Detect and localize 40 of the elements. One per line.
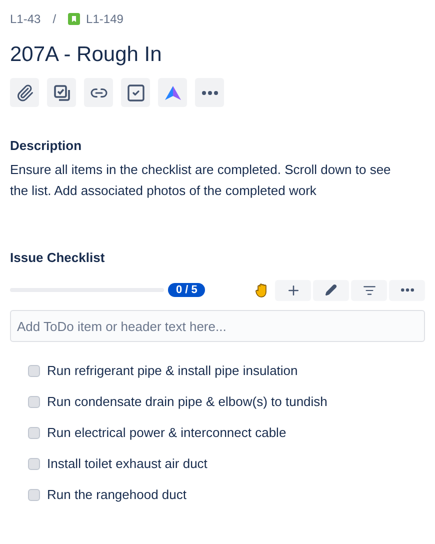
plus-icon — [286, 282, 300, 298]
checkbox-icon — [126, 82, 146, 102]
progress-count: 0 / 5 — [168, 283, 206, 297]
checkbox[interactable] — [28, 488, 40, 500]
filter-icon — [362, 284, 376, 296]
description-text: Ensure all items in the checklist are completed. Scroll down to see the list. Add associated photos of the completed work — [10, 160, 392, 200]
issue-title: 207A - Rough In — [10, 42, 163, 68]
add-button[interactable] — [275, 280, 311, 300]
attach-button[interactable] — [10, 78, 39, 107]
checklist-item-text: Run electrical power & interconnect cable — [47, 424, 286, 442]
breadcrumb-separator: / — [52, 11, 58, 28]
filter-button[interactable] — [351, 280, 387, 300]
app-button[interactable] — [158, 78, 187, 107]
subtasks-icon — [52, 84, 70, 102]
pencil-icon — [325, 284, 337, 296]
mountain-logo-icon — [164, 84, 182, 100]
more-icon — [400, 288, 414, 292]
checklist-item-text: Run the rangehood duct — [47, 486, 186, 504]
bookmark-icon — [68, 13, 80, 25]
checkbox[interactable] — [28, 396, 40, 408]
checklist-item-text: Run condensate drain pipe & elbow(s) to tundish — [47, 392, 328, 411]
checkbox[interactable] — [28, 364, 40, 376]
checklist-label: Issue Checklist — [10, 248, 106, 266]
checklist-button[interactable] — [121, 78, 150, 107]
more-button[interactable] — [389, 280, 425, 300]
checkbox[interactable] — [28, 426, 40, 438]
breadcrumb-link[interactable]: L1-149 — [68, 10, 124, 28]
description-label: Description — [10, 137, 83, 155]
checklist-item-text: Run refrigerant pipe & install pipe insulation — [47, 362, 298, 380]
more-button[interactable] — [195, 78, 224, 107]
subtasks-button[interactable] — [47, 78, 76, 107]
todo-input-field[interactable]: Add ToDo item or header text here... — [10, 310, 425, 342]
checkbox[interactable] — [28, 458, 40, 470]
edit-button[interactable] — [313, 280, 349, 300]
paperclip-icon — [16, 84, 34, 102]
more-icon — [202, 90, 218, 94]
breadcrumb-link[interactable]: L1-43 — [10, 10, 41, 28]
hand-icon — [255, 282, 269, 298]
checklist-item-text: Install toilet exhaust air duct — [47, 454, 208, 473]
link-button[interactable] — [84, 78, 113, 107]
